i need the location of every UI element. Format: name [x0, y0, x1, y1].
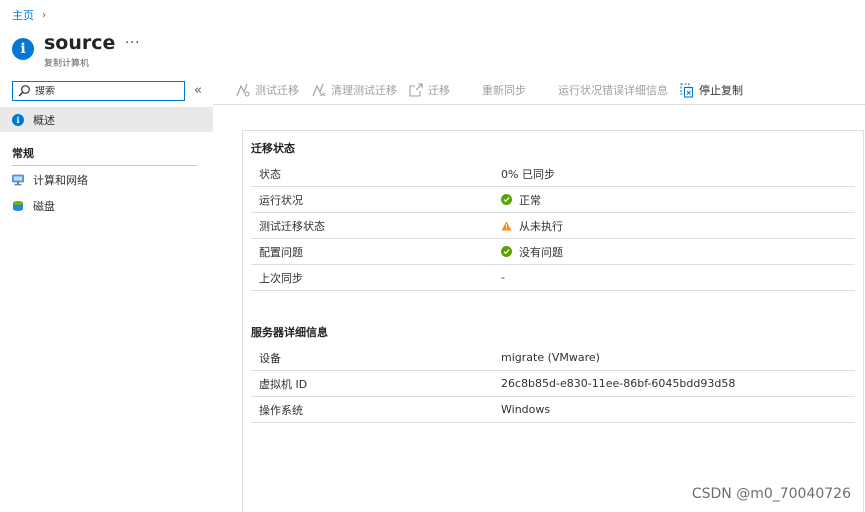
resync-button[interactable]: 重新同步	[482, 82, 526, 98]
test-migrate-label: 测试迁移	[255, 84, 299, 97]
config-issues-value: 没有问题	[519, 245, 563, 259]
row-key: 状态	[259, 167, 281, 181]
health-errors-label: 运行状况错误详细信息	[558, 84, 668, 97]
command-bar: 测试迁移 清理测试迁移 迁移 重新同步 运行状况错误详细信息 停止复制	[235, 80, 743, 100]
breadcrumb: 主页 ›	[12, 7, 46, 23]
appliance-value: migrate (VMware)	[501, 351, 600, 364]
migration-status-row: 上次同步 -	[251, 265, 855, 291]
last-sync-value: -	[501, 271, 505, 284]
row-value: 没有问题	[501, 244, 563, 260]
cleanup-test-migrate-label: 清理测试迁移	[331, 84, 397, 97]
search-input[interactable]	[35, 85, 175, 97]
row-key: 操作系统	[259, 403, 303, 417]
info-icon: i	[12, 38, 34, 60]
chevron-right-icon: ›	[42, 9, 46, 21]
row-key: 上次同步	[259, 271, 303, 285]
sidebar-item-disks[interactable]: 磁盘	[12, 198, 55, 214]
essentials-panel: 迁移状态 状态 0% 已同步 运行状况 正常 测试迁移状态 从未执行 配置问题	[242, 130, 864, 512]
resync-label: 重新同步	[482, 84, 526, 97]
server-details-row: 设备 migrate (VMware)	[251, 345, 855, 371]
info-icon: i	[12, 113, 24, 126]
migration-status-row: 运行状况 正常	[251, 187, 855, 213]
disk-icon	[13, 201, 23, 211]
cleanup-test-migrate-button[interactable]: 清理测试迁移	[311, 82, 397, 98]
row-value: Windows	[501, 403, 550, 416]
stop-replication-icon	[680, 82, 694, 98]
status-sync-value: 0% 已同步	[501, 167, 555, 181]
watermark: CSDN @m0_70040726	[691, 486, 851, 502]
row-value: migrate (VMware)	[501, 351, 600, 364]
os-value: Windows	[501, 403, 551, 416]
row-value: 正常	[501, 192, 541, 208]
breadcrumb-home-link[interactable]: 主页	[12, 7, 34, 23]
check-circle-icon	[501, 194, 512, 205]
test-migrate-button[interactable]: 测试迁移	[235, 82, 299, 98]
cleanup-icon	[312, 83, 326, 97]
row-key: 虚拟机 ID	[259, 377, 308, 391]
collapse-sidebar-button[interactable]: «	[194, 83, 202, 98]
migration-status-row: 状态 0% 已同步	[251, 161, 855, 187]
health-value: 正常	[519, 193, 541, 207]
search-box[interactable]	[12, 81, 185, 101]
sidebar-item-label: 磁盘	[33, 200, 55, 213]
page-title: source	[44, 32, 116, 54]
row-key: 运行状况	[259, 193, 303, 207]
health-errors-button[interactable]: 运行状况错误详细信息	[558, 82, 668, 98]
row-value: 26c8b85d-e830-11ee-86bf-6045bdd93d58	[501, 377, 735, 390]
vm-id-value: 26c8b85d-e830-11ee-86bf-6045bdd93d58	[501, 377, 736, 390]
test-migrate-icon	[236, 83, 250, 97]
search-icon	[18, 85, 30, 97]
migrate-button[interactable]: 迁移	[409, 82, 450, 98]
compute-network-icon	[12, 174, 24, 186]
migration-status-title: 迁移状态	[251, 142, 295, 155]
migration-status-row: 测试迁移状态 从未执行	[251, 213, 855, 239]
server-details-row: 虚拟机 ID 26c8b85d-e830-11ee-86bf-6045bdd93…	[251, 371, 855, 397]
sidebar-item-overview[interactable]: i 概述	[0, 107, 213, 132]
warning-icon	[501, 221, 512, 231]
migrate-icon	[409, 83, 423, 97]
migrate-label: 迁移	[428, 84, 450, 97]
server-details-title: 服务器详细信息	[251, 326, 328, 339]
test-migrate-status-value: 从未执行	[519, 219, 563, 233]
row-value: -	[501, 271, 505, 284]
title-area: i source 复制计算机	[12, 32, 115, 69]
page-subtitle: 复制计算机	[44, 59, 90, 69]
check-circle-icon	[501, 246, 512, 257]
sidebar-item-label: 概述	[33, 113, 55, 127]
divider	[213, 104, 865, 105]
divider	[12, 165, 197, 166]
sidebar-section-title: 常规	[12, 147, 34, 160]
more-options-button[interactable]: ···	[125, 36, 140, 51]
row-key: 配置问题	[259, 245, 303, 259]
stop-replication-label: 停止复制	[699, 84, 743, 97]
migration-status-row: 配置问题 没有问题	[251, 239, 855, 265]
sidebar-item-compute-network[interactable]: 计算和网络	[12, 172, 88, 188]
server-details-row: 操作系统 Windows	[251, 397, 855, 423]
row-key: 测试迁移状态	[259, 219, 325, 233]
row-key: 设备	[259, 351, 281, 365]
row-value: 从未执行	[501, 218, 563, 234]
sidebar-item-label: 计算和网络	[33, 174, 88, 187]
row-value: 0% 已同步	[501, 166, 555, 182]
stop-replication-button[interactable]: 停止复制	[680, 82, 743, 98]
